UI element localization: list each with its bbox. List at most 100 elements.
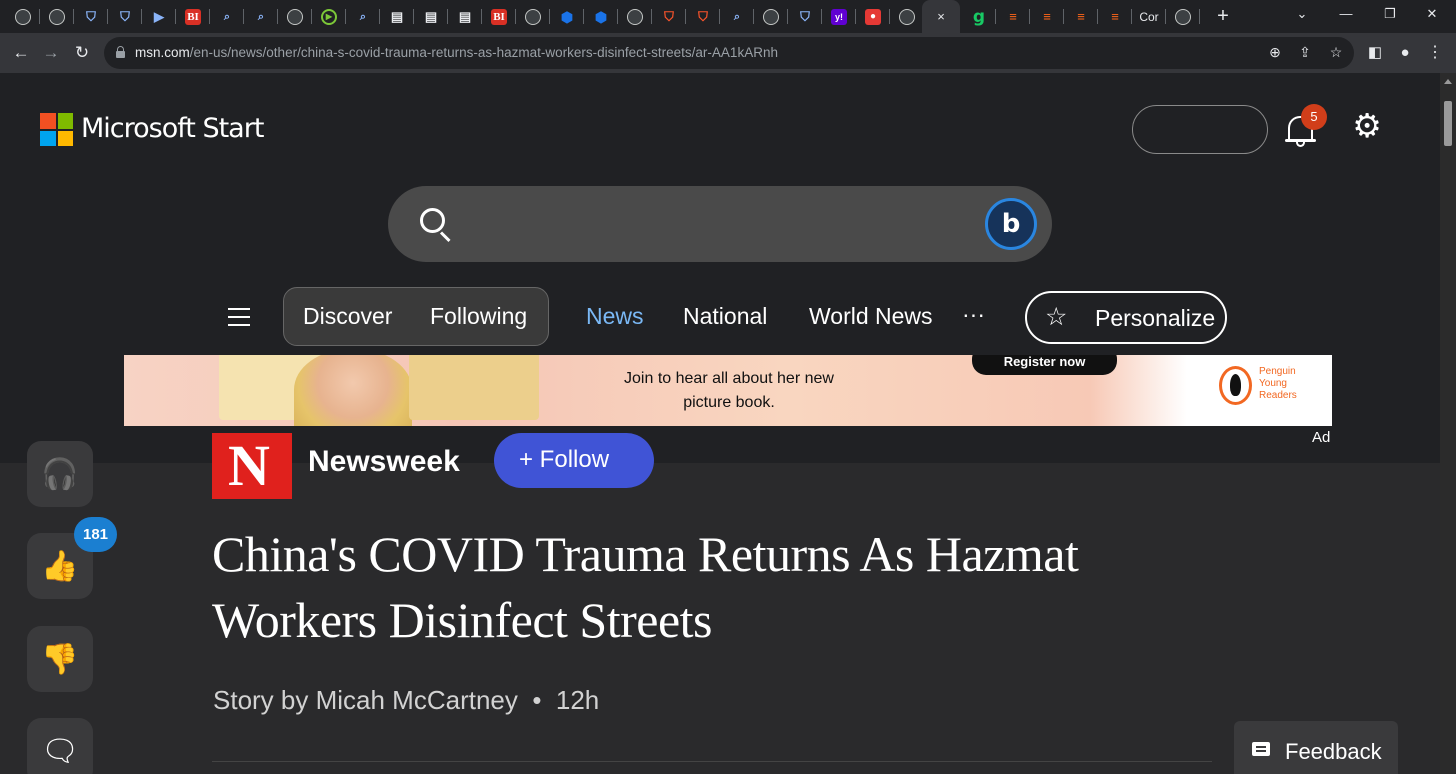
shield-favicon-icon: ⛉: [120, 8, 130, 24]
newsweek-logo[interactable]: N: [212, 433, 292, 499]
book-favicon-icon: ▤: [424, 8, 438, 24]
search-favicon-icon: ⌕: [257, 10, 265, 23]
publisher-name[interactable]: Newsweek: [308, 440, 460, 478]
follow-button[interactable]: + Follow: [494, 433, 654, 488]
browser-tab[interactable]: [278, 0, 312, 33]
scrollbar-thumb[interactable]: [1444, 101, 1452, 146]
substack-favicon-icon: ≡: [1043, 8, 1051, 24]
ad-banner[interactable]: Register now Join to hear all about her …: [124, 355, 1332, 426]
browser-tab[interactable]: ▤: [414, 0, 448, 33]
personalize-button[interactable]: ☆ Personalize: [1025, 291, 1227, 344]
ad-book-image: [409, 355, 539, 420]
menu-dots-icon[interactable]: ⋮: [1424, 42, 1446, 64]
reload-icon[interactable]: ↻: [71, 42, 93, 64]
nav-national[interactable]: National: [683, 303, 767, 330]
bing-chat-icon[interactable]: b: [985, 198, 1037, 250]
zoom-icon[interactable]: ⊕: [1266, 44, 1284, 61]
comments-off-icon[interactable]: 🗨: [27, 718, 93, 774]
browser-tab[interactable]: ▤: [380, 0, 414, 33]
browser-tab[interactable]: [6, 0, 40, 33]
microsoft-logo[interactable]: [40, 113, 73, 146]
nav-news[interactable]: News: [586, 303, 644, 330]
logo-square-blue: [40, 130, 56, 146]
browser-tab[interactable]: ⛉: [788, 0, 822, 33]
browser-tab[interactable]: g: [962, 0, 996, 33]
browser-tab[interactable]: ≡: [996, 0, 1030, 33]
search-favicon-icon: ⌕: [733, 10, 741, 23]
tab-following[interactable]: Following: [430, 303, 527, 330]
browser-tab[interactable]: ⛉: [652, 0, 686, 33]
browser-tab[interactable]: [1166, 0, 1200, 33]
browser-tab[interactable]: BI: [176, 0, 210, 33]
tab-title: Cor: [1139, 9, 1159, 24]
browser-tab[interactable]: ⬢: [550, 0, 584, 33]
browser-tab[interactable]: ⌕: [244, 0, 278, 33]
address-bar[interactable]: msn.com/en-us/news/other/china-s-covid-t…: [104, 37, 1354, 69]
hamburger-menu-icon[interactable]: [228, 308, 250, 326]
ad-register-button[interactable]: Register now: [972, 355, 1117, 375]
new-tab-button[interactable]: +: [1212, 5, 1234, 27]
bookmark-star-icon[interactable]: ☆: [1327, 44, 1345, 61]
headphones-icon[interactable]: 🎧: [27, 441, 93, 507]
minimize-icon[interactable]: —: [1336, 6, 1356, 21]
browser-tab[interactable]: BI: [482, 0, 516, 33]
forward-arrow-icon[interactable]: →: [40, 42, 62, 64]
browser-tab[interactable]: ●: [856, 0, 890, 33]
page-scrollbar[interactable]: [1440, 73, 1456, 774]
tab-search-chevron-icon[interactable]: ⌄: [1292, 6, 1312, 22]
browser-tab[interactable]: ⛉: [74, 0, 108, 33]
globe-favicon-icon: [15, 8, 31, 25]
brand-name[interactable]: Microsoft Start: [81, 113, 264, 144]
browser-tab[interactable]: ≡: [1098, 0, 1132, 33]
browser-tab[interactable]: ⛉: [108, 0, 142, 33]
bi-favicon-icon: BI: [185, 8, 201, 25]
browser-tab[interactable]: [618, 0, 652, 33]
profile-icon[interactable]: ●: [1394, 42, 1416, 64]
close-window-icon[interactable]: ✕: [1422, 6, 1442, 22]
substack-favicon-icon: ≡: [1111, 8, 1119, 24]
restore-icon[interactable]: ❐: [1380, 6, 1400, 22]
browser-tab[interactable]: ⌕: [346, 0, 380, 33]
nav-more-icon[interactable]: ···: [962, 301, 985, 328]
article-byline: Story by Micah McCartney • 12h: [213, 685, 600, 715]
nav-world-news[interactable]: World News: [809, 303, 933, 330]
active-tab[interactable]: ×: [922, 0, 960, 33]
feedback-icon: [1252, 742, 1270, 756]
browser-tab[interactable]: y!: [822, 0, 856, 33]
notification-badge: 5: [1301, 104, 1327, 130]
hex-favicon-icon: ⬢: [560, 8, 574, 25]
browser-tab[interactable]: Cor: [1132, 0, 1166, 33]
share-icon[interactable]: ⇪: [1296, 44, 1314, 61]
side-panel-icon[interactable]: ◧: [1364, 42, 1386, 64]
browser-tab[interactable]: ▶: [312, 0, 346, 33]
browser-tab[interactable]: ≡: [1030, 0, 1064, 33]
browser-tab[interactable]: [516, 0, 550, 33]
browser-tab[interactable]: [40, 0, 74, 33]
search-input[interactable]: b: [388, 186, 1052, 262]
url-text[interactable]: msn.com/en-us/news/other/china-s-covid-t…: [135, 45, 778, 60]
tab-discover[interactable]: Discover: [303, 303, 392, 330]
browser-tab[interactable]: ⛉: [686, 0, 720, 33]
feedback-button[interactable]: Feedback: [1234, 721, 1398, 774]
thumbs-down-icon[interactable]: 👎: [27, 626, 93, 692]
msn-page: Microsoft Start 5 ⚙ b Discover Following…: [0, 73, 1440, 774]
penguin-logo: [1219, 366, 1252, 405]
globe-favicon-icon: [627, 8, 643, 25]
browser-tab[interactable]: ⌕: [210, 0, 244, 33]
close-tab-icon[interactable]: ×: [937, 9, 945, 24]
bi-favicon-icon: BI: [491, 8, 507, 25]
browser-tab[interactable]: ▤: [448, 0, 482, 33]
browser-tab[interactable]: [754, 0, 788, 33]
globe-favicon-icon: [525, 8, 541, 25]
browser-tab[interactable]: ⌕: [720, 0, 754, 33]
ad-portrait-image: [294, 355, 412, 426]
sign-in-button[interactable]: [1132, 105, 1268, 154]
browser-tab[interactable]: ⬢: [584, 0, 618, 33]
article-headline: China's COVID Trauma Returns As Hazmat W…: [212, 526, 1079, 648]
browser-tab[interactable]: ▶: [142, 0, 176, 33]
gear-icon[interactable]: ⚙: [1350, 109, 1384, 143]
browser-tab[interactable]: [890, 0, 924, 33]
back-arrow-icon[interactable]: ←: [10, 42, 32, 64]
browser-tab[interactable]: ≡: [1064, 0, 1098, 33]
scroll-up-arrow-icon[interactable]: [1444, 79, 1452, 84]
